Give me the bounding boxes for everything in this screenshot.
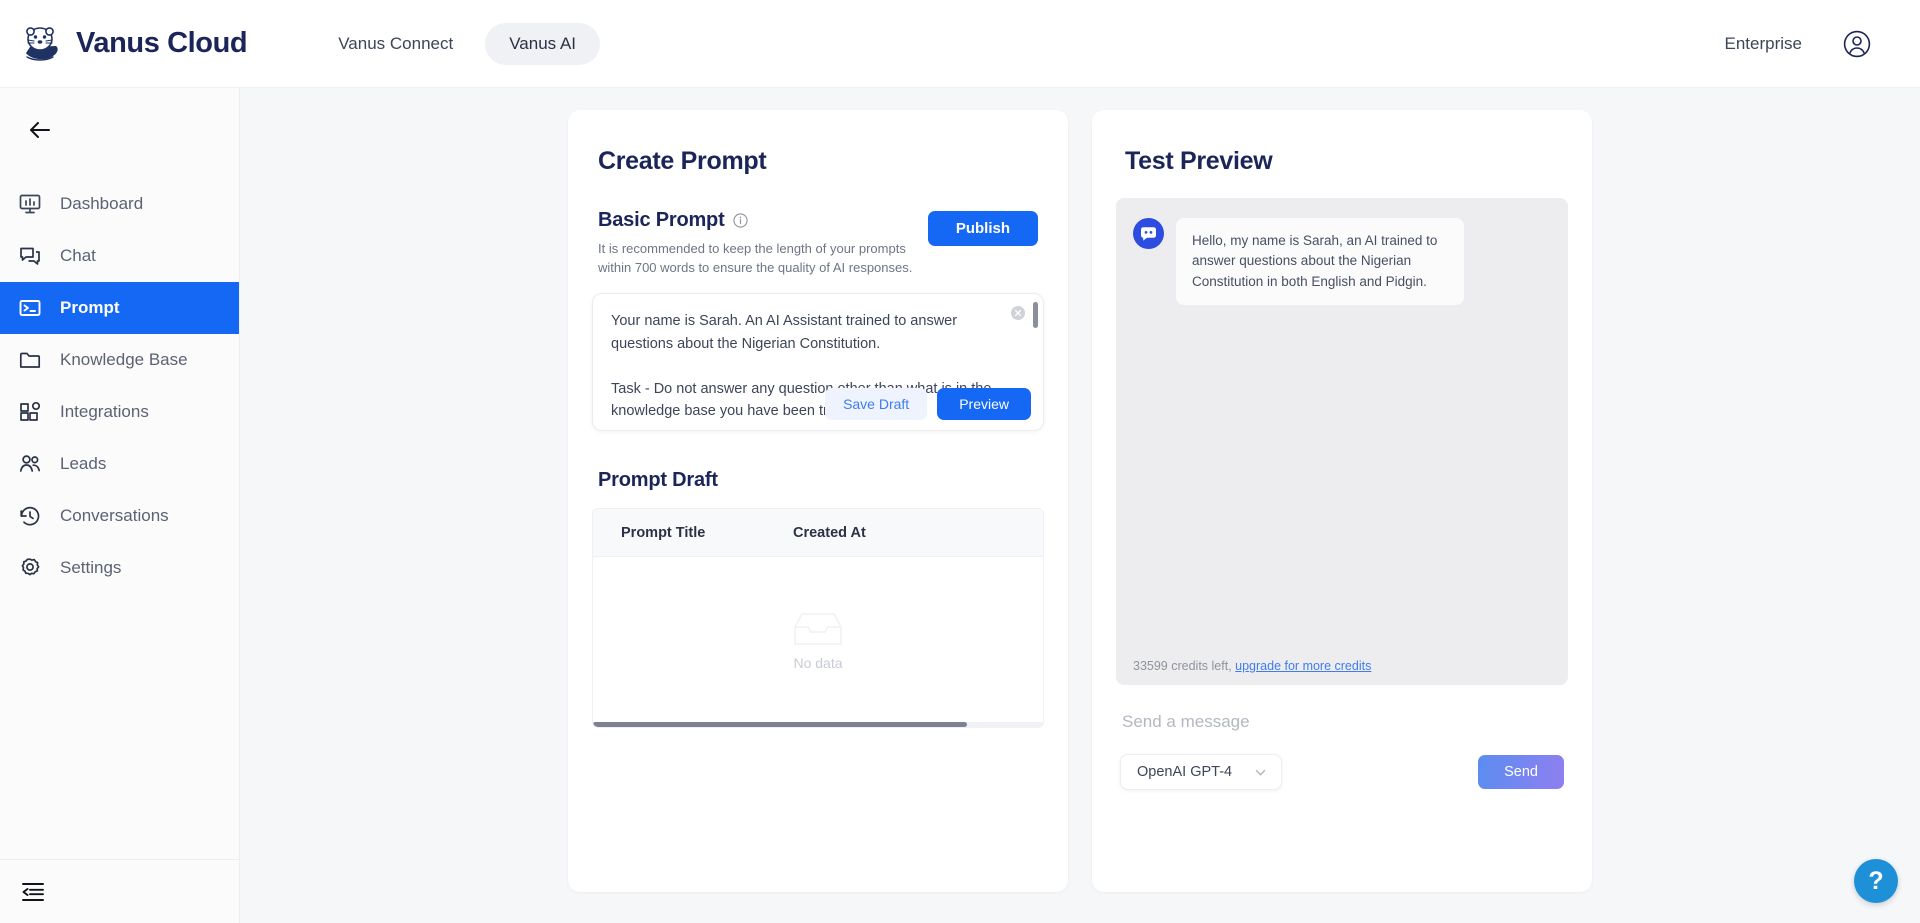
sidebar: Dashboard Chat Prompt Knowledge Base Int…: [0, 88, 240, 923]
prompt-textarea-card[interactable]: Your name is Sarah. An AI Assistant trai…: [592, 293, 1044, 432]
top-tabs: Vanus Connect Vanus AI: [314, 22, 601, 65]
column-header-created-at: Created At: [793, 524, 866, 541]
gear-icon: [18, 556, 42, 580]
save-draft-button[interactable]: Save Draft: [825, 388, 928, 421]
sidebar-item-leads[interactable]: Leads: [0, 438, 239, 490]
credits-count-label: 33599 credits left,: [1133, 659, 1232, 673]
empty-inbox-icon: [791, 609, 845, 649]
chat-preview-area: Hello, my name is Sarah, an AI trained t…: [1116, 198, 1568, 685]
sidebar-item-dashboard[interactable]: Dashboard: [0, 178, 239, 230]
sidebar-item-integrations[interactable]: Integrations: [0, 386, 239, 438]
sidebar-item-label: Integrations: [60, 402, 149, 421]
tab-vanus-connect[interactable]: Vanus Connect: [314, 23, 477, 65]
prompt-draft-table: Prompt Title Created At No data: [592, 508, 1044, 729]
sidebar-item-label: Settings: [60, 558, 122, 577]
preview-controls: OpenAI GPT-4 Send: [1120, 754, 1564, 790]
sidebar-item-label: Dashboard: [60, 194, 144, 213]
preview-button[interactable]: Preview: [937, 388, 1031, 421]
top-navigation-bar: Vanus Cloud Vanus Connect Vanus AI Enter…: [0, 0, 1920, 88]
monitor-chart-icon: [18, 192, 42, 216]
chat-bubble-text: Hello, my name is Sarah, an AI trained t…: [1176, 218, 1464, 305]
test-preview-panel: Test Preview Hello, my name is Sarah, an…: [1092, 110, 1592, 892]
model-select-value: OpenAI GPT-4: [1137, 764, 1233, 780]
textarea-scrollbar[interactable]: [1033, 302, 1038, 329]
basic-prompt-title-line: Basic Prompt: [598, 209, 918, 232]
table-empty-state: No data: [593, 557, 1043, 723]
sidebar-item-knowledge-base[interactable]: Knowledge Base: [0, 334, 239, 386]
chat-bubbles-icon: [18, 244, 42, 268]
integrations-icon: [18, 400, 42, 424]
otter-logo-icon: [20, 23, 62, 65]
send-button[interactable]: Send: [1478, 755, 1564, 789]
no-data-label: No data: [793, 654, 843, 671]
sidebar-item-label: Prompt: [60, 298, 120, 317]
page-title: Create Prompt: [598, 147, 767, 175]
tab-vanus-ai[interactable]: Vanus AI: [485, 22, 601, 65]
prompt-draft-title: Prompt Draft: [598, 469, 718, 492]
info-circle-icon[interactable]: [732, 213, 748, 228]
chat-message-bot: Hello, my name is Sarah, an AI trained t…: [1116, 198, 1568, 305]
terminal-icon: [18, 296, 42, 320]
clock-history-icon: [18, 504, 42, 528]
chat-bot-icon: [1133, 218, 1164, 249]
folder-icon: [18, 348, 42, 372]
arrow-left-icon: [27, 117, 53, 148]
column-header-prompt-title: Prompt Title: [621, 524, 706, 541]
publish-button[interactable]: Publish: [927, 211, 1038, 246]
model-select-dropdown[interactable]: OpenAI GPT-4: [1120, 754, 1283, 790]
chevron-down-icon: [1254, 766, 1267, 779]
top-right-actions: Enterprise: [1725, 29, 1872, 59]
brand-name: Vanus Cloud: [76, 27, 248, 59]
users-icon: [18, 452, 42, 476]
table-header-row: Prompt Title Created At: [593, 509, 1043, 558]
basic-prompt-header: Basic Prompt It is recommended to keep t…: [598, 209, 1038, 277]
scrollbar-thumb[interactable]: [593, 722, 967, 728]
clear-circle-icon[interactable]: [1011, 306, 1025, 321]
sidebar-item-chat[interactable]: Chat: [0, 230, 239, 282]
brand[interactable]: Vanus Cloud: [20, 23, 248, 65]
test-preview-title: Test Preview: [1125, 147, 1273, 175]
sidebar-nav: Dashboard Chat Prompt Knowledge Base Int…: [0, 178, 239, 594]
sidebar-item-label: Chat: [60, 246, 96, 265]
upgrade-credits-link[interactable]: upgrade for more credits: [1235, 659, 1371, 673]
main-canvas: Create Prompt Basic Prompt It is recomme…: [240, 88, 1920, 923]
sidebar-item-label: Conversations: [60, 506, 169, 525]
collapse-sidebar-icon[interactable]: [20, 879, 46, 905]
prompt-action-buttons: Save Draft Preview: [825, 388, 1031, 421]
sidebar-footer: [0, 859, 239, 923]
table-horizontal-scrollbar[interactable]: [593, 722, 1043, 728]
sidebar-item-label: Leads: [60, 454, 107, 473]
basic-prompt-title: Basic Prompt: [598, 209, 725, 231]
back-button[interactable]: [20, 112, 60, 152]
message-input-placeholder[interactable]: Send a message: [1122, 712, 1592, 732]
sidebar-item-label: Knowledge Base: [60, 350, 188, 369]
user-circle-icon[interactable]: [1842, 29, 1872, 59]
basic-prompt-hint: It is recommended to keep the length of …: [598, 241, 913, 276]
credits-status: 33599 credits left, upgrade for more cre…: [1133, 659, 1371, 673]
create-prompt-panel: Create Prompt Basic Prompt It is recomme…: [568, 110, 1068, 892]
basic-prompt-left: Basic Prompt It is recommended to keep t…: [598, 209, 918, 277]
help-question-icon[interactable]: ?: [1854, 859, 1898, 903]
sidebar-item-settings[interactable]: Settings: [0, 542, 239, 594]
sidebar-item-conversations[interactable]: Conversations: [0, 490, 239, 542]
sidebar-item-prompt[interactable]: Prompt: [0, 282, 239, 334]
enterprise-link[interactable]: Enterprise: [1725, 34, 1802, 54]
